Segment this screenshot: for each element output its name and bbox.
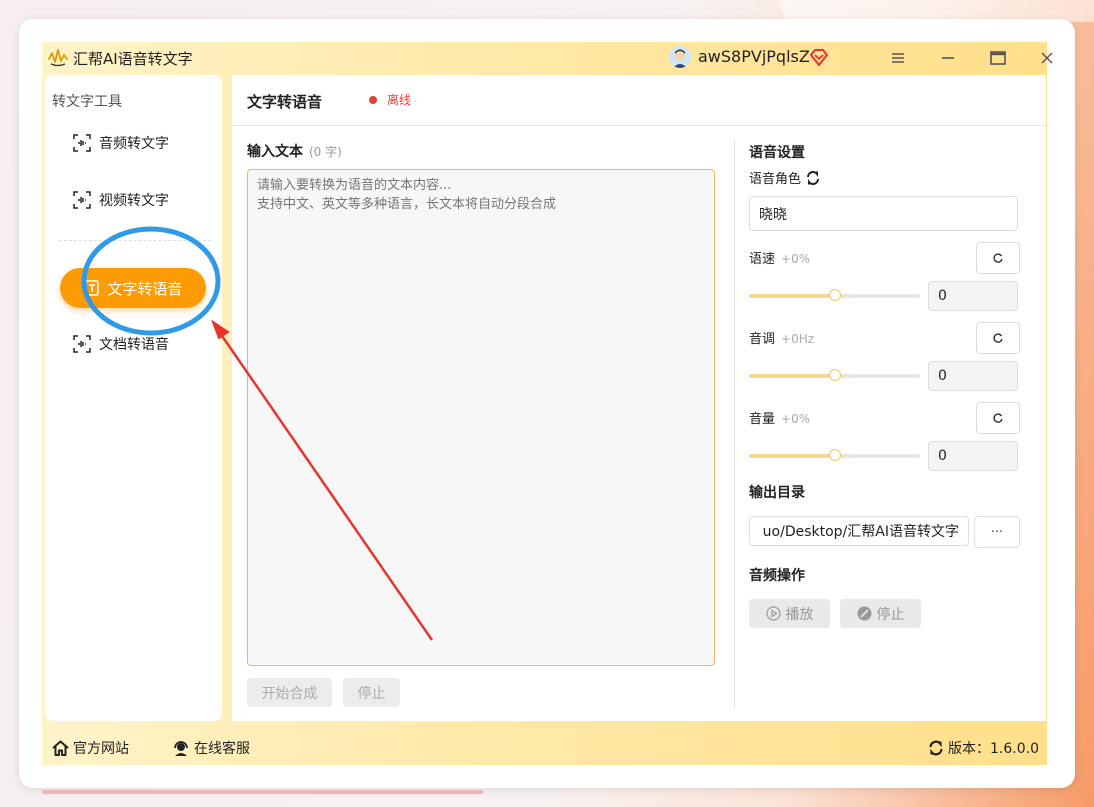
sidebar: 转文字工具 音频转文字 视频转文字 文字转语音 文档转语音	[45, 75, 222, 721]
play-button-label: 播放	[785, 606, 814, 623]
text-to-speech-icon	[85, 280, 100, 296]
status-dot	[369, 96, 377, 104]
user-name[interactable]: awS8PVjPqlsZ	[698, 47, 810, 66]
pitch-slider-fill	[749, 374, 835, 378]
text-input[interactable]	[247, 169, 715, 666]
version-info: 版本：1.6.0.0	[928, 738, 1039, 758]
scan-voice-icon	[73, 134, 91, 152]
voice-settings-title: 语音设置	[749, 145, 805, 161]
window-frame: 汇帮AI语音转文字 awS8PVjPqlsZ 转文字工具 音频转文字 视频转文字…	[42, 42, 1053, 765]
page-title: 文字转语音	[247, 93, 323, 111]
speed-slider-fill	[749, 294, 835, 298]
pitch-reset-button[interactable]	[976, 322, 1020, 354]
voice-role-label: 语音角色	[749, 168, 821, 187]
audio-stop-button[interactable]: 停止	[840, 599, 921, 628]
volume-slider[interactable]	[749, 449, 920, 461]
avatar-icon	[669, 46, 691, 68]
app-title: 汇帮AI语音转文字	[73, 50, 193, 68]
stop-icon	[857, 606, 871, 621]
app-window: 汇帮AI语音转文字 awS8PVjPqlsZ 转文字工具 音频转文字 视频转文字…	[19, 19, 1075, 788]
pitch-slider-thumb[interactable]	[828, 369, 841, 381]
maximize-button[interactable]	[985, 46, 1011, 70]
speed-slider[interactable]	[749, 289, 920, 301]
minimize-icon	[942, 57, 954, 59]
status-text: 离线	[387, 93, 412, 107]
official-website-link[interactable]: 官方网站	[52, 738, 129, 758]
speed-input[interactable]: 0	[928, 281, 1018, 311]
scan-voice-icon	[73, 191, 91, 209]
maximize-icon	[990, 51, 1006, 65]
sidebar-item-label: 音频转文字	[99, 136, 169, 152]
sidebar-item-label: 视频转文字	[99, 193, 169, 209]
sidebar-item-audio-to-text[interactable]: 音频转文字	[73, 131, 169, 155]
output-dir-input[interactable]: uo/Desktop/汇帮AI语音转文字	[749, 516, 969, 546]
speed-label: 语速 +0%	[749, 248, 810, 267]
reset-icon	[993, 333, 1003, 343]
stop-synthesis-button[interactable]: 停止	[343, 678, 400, 707]
refresh-icon	[929, 740, 943, 756]
input-label: 输入文本	[247, 144, 303, 160]
user-avatar[interactable]	[669, 46, 691, 68]
sidebar-item-label: 文档转语音	[99, 337, 169, 353]
volume-label: 音量 +0%	[749, 408, 810, 427]
main-header: 文字转语音 离线	[232, 75, 1046, 126]
sidebar-divider	[59, 240, 211, 241]
volume-reset-button[interactable]	[976, 402, 1020, 434]
panel-divider	[734, 139, 735, 709]
refresh-icon[interactable]	[805, 170, 821, 186]
pitch-slider[interactable]	[749, 369, 920, 381]
pitch-label: 音调 +0Hz	[749, 328, 814, 347]
menu-button[interactable]	[885, 46, 911, 70]
char-count: (0 字)	[309, 145, 342, 159]
audio-ops-title: 音频操作	[749, 568, 805, 584]
horizontal-scrollbar[interactable]	[42, 790, 483, 794]
volume-slider-thumb[interactable]	[828, 449, 841, 461]
sidebar-item-text-to-speech[interactable]: 文字转语音	[60, 268, 206, 308]
scan-voice-icon	[73, 335, 91, 353]
official-website-label: 官方网站	[73, 741, 129, 757]
volume-input[interactable]: 0	[928, 441, 1018, 471]
online-support-label: 在线客服	[194, 741, 250, 757]
speed-label-text: 语速	[749, 252, 776, 267]
pitch-hint: +0Hz	[781, 332, 815, 346]
reset-icon	[993, 253, 1003, 263]
hamburger-icon	[892, 53, 904, 63]
volume-slider-fill	[749, 454, 835, 458]
app-logo-icon	[48, 49, 68, 67]
voice-role-select[interactable]: 晓晓	[749, 196, 1018, 231]
volume-label-text: 音量	[749, 412, 776, 427]
play-icon	[765, 606, 781, 621]
vip-diamond-icon[interactable]	[809, 47, 829, 67]
voice-role-label-text: 语音角色	[749, 172, 802, 187]
footer: 官方网站 在线客服 版本：1.6.0.0	[42, 728, 1047, 765]
close-button[interactable]	[1034, 46, 1060, 70]
headset-icon	[174, 740, 188, 756]
speed-hint: +0%	[781, 252, 811, 266]
online-support-link[interactable]: 在线客服	[172, 738, 250, 758]
browse-button[interactable]: ···	[974, 516, 1020, 548]
audio-stop-button-label: 停止	[876, 606, 905, 623]
sidebar-item-video-to-text[interactable]: 视频转文字	[73, 188, 169, 212]
minimize-button[interactable]	[935, 46, 961, 70]
output-dir-title: 输出目录	[749, 485, 805, 501]
title-bar: 汇帮AI语音转文字 awS8PVjPqlsZ	[42, 42, 1053, 74]
start-synthesis-button[interactable]: 开始合成	[247, 678, 332, 707]
sidebar-heading: 转文字工具	[52, 94, 122, 110]
play-button[interactable]: 播放	[749, 599, 830, 628]
pitch-label-text: 音调	[749, 332, 776, 347]
version-label: 版本：1.6.0.0	[948, 741, 1039, 757]
speed-slider-thumb[interactable]	[828, 289, 841, 301]
home-icon	[52, 740, 69, 756]
sidebar-item-doc-to-speech[interactable]: 文档转语音	[73, 332, 169, 356]
sidebar-item-label: 文字转语音	[107, 279, 183, 298]
main-panel: 文字转语音 离线 输入文本 (0 字) 开始合成 停止 语音设置 语音角色 晓晓…	[232, 75, 1046, 721]
reset-icon	[993, 413, 1003, 423]
volume-hint: +0%	[781, 412, 811, 426]
close-icon	[1041, 52, 1053, 64]
speed-reset-button[interactable]	[976, 242, 1020, 274]
pitch-input[interactable]: 0	[928, 361, 1018, 391]
